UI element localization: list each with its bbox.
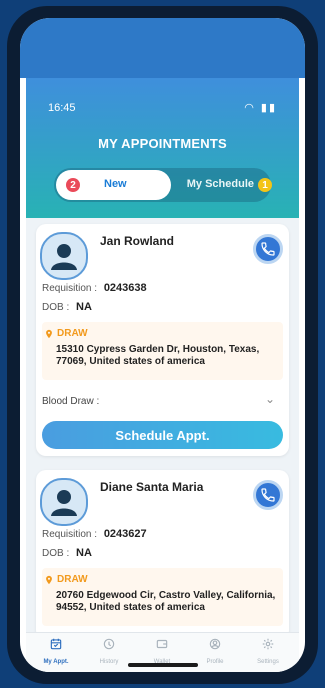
tab-profile[interactable]: Profile xyxy=(190,637,240,665)
call-button[interactable] xyxy=(253,480,283,510)
tab-label: My Appt. xyxy=(43,659,69,665)
battery-icon: ▮▮ xyxy=(260,102,277,114)
tab-wallet[interactable]: Wallet xyxy=(137,637,187,665)
profile-icon xyxy=(209,638,221,650)
requisition-label: Requisition : xyxy=(42,529,98,540)
status-icons: ◠ ▮▮ xyxy=(244,101,277,114)
tab-new-label: New xyxy=(104,178,127,190)
location-pin-icon xyxy=(46,329,52,338)
appointment-card-1: Jan Rowland Requisition : 0243638 DOB : … xyxy=(36,224,289,456)
location-pin-icon xyxy=(46,575,52,584)
address: 15310 Cypress Garden Dr, Houston, Texas,… xyxy=(56,344,260,367)
phone-icon xyxy=(261,488,275,502)
draw-address-box: DRAW 15310 Cypress Garden Dr, Houston, T… xyxy=(42,322,283,380)
wifi-icon: ◠ xyxy=(244,102,256,114)
requisition-value: 0243638 xyxy=(103,282,147,294)
call-button[interactable] xyxy=(253,234,283,264)
phone-icon xyxy=(261,242,275,256)
draw-address-box: DRAW 20760 Edgewood Cir, Castro Valley, … xyxy=(42,568,283,626)
chevron-down-icon[interactable]: ⌄ xyxy=(265,392,275,406)
draw-label-text: DRAW xyxy=(57,328,88,339)
app-screen: 16:45 ◠ ▮▮ MY APPOINTMENTS 2 New My Sche… xyxy=(26,78,299,672)
dob-value: NA xyxy=(76,547,92,559)
avatar xyxy=(40,232,88,280)
appointment-card-2: Diane Santa Maria Requisition : 0243627 … xyxy=(36,470,289,640)
dob-row: DOB : NA xyxy=(42,547,92,559)
calendar-icon xyxy=(50,638,62,650)
dob-value: NA xyxy=(76,301,92,313)
dob-row: DOB : NA xyxy=(42,301,92,313)
tab-settings[interactable]: Settings xyxy=(243,637,293,665)
draw-label: DRAW xyxy=(44,574,88,585)
person-icon xyxy=(51,490,77,516)
status-time: 16:45 xyxy=(48,102,76,114)
draw-label: DRAW xyxy=(44,328,88,339)
dob-label: DOB : xyxy=(42,302,70,313)
gear-icon xyxy=(262,638,274,650)
dob-label: DOB : xyxy=(42,548,70,559)
schedule-appt-button[interactable]: Schedule Appt. xyxy=(42,421,283,449)
header: 16:45 ◠ ▮▮ MY APPOINTMENTS 2 New My Sche… xyxy=(26,78,299,218)
phone-frame: 16:45 ◠ ▮▮ MY APPOINTMENTS 2 New My Sche… xyxy=(7,6,318,684)
draw-label-text: DRAW xyxy=(57,574,88,585)
requisition-row: Requisition : 0243638 xyxy=(42,282,147,294)
tab-new[interactable]: 2 New xyxy=(56,170,171,200)
tab-my-appt[interactable]: My Appt. xyxy=(31,637,81,665)
home-indicator xyxy=(128,663,198,667)
new-count-badge: 2 xyxy=(66,178,80,192)
clock-icon xyxy=(103,638,115,650)
requisition-label: Requisition : xyxy=(42,283,98,294)
tab-my-schedule[interactable]: My Schedule xyxy=(174,178,254,190)
person-icon xyxy=(51,244,77,270)
requisition-row: Requisition : 0243627 xyxy=(42,528,147,540)
schedule-count-badge: 1 xyxy=(258,178,272,192)
page-title: MY APPOINTMENTS xyxy=(98,136,227,151)
tab-history[interactable]: History xyxy=(84,637,134,665)
patient-name: Diane Santa Maria xyxy=(100,480,204,494)
tab-label: Settings xyxy=(257,659,279,665)
blood-draw-label: Blood Draw : xyxy=(42,396,100,407)
address: 20760 Edgewood Cir, Castro Valley, Calif… xyxy=(56,590,276,613)
requisition-value: 0243627 xyxy=(103,528,147,540)
top-bezel xyxy=(20,18,305,78)
appointments-toggle: 2 New My Schedule 1 xyxy=(54,168,272,202)
device-backdrop: 16:45 ◠ ▮▮ MY APPOINTMENTS 2 New My Sche… xyxy=(0,0,325,688)
tab-label: History xyxy=(99,659,119,665)
phone-screen-area: 16:45 ◠ ▮▮ MY APPOINTMENTS 2 New My Sche… xyxy=(20,18,305,672)
wallet-icon xyxy=(156,639,168,649)
patient-name: Jan Rowland xyxy=(100,234,175,248)
avatar xyxy=(40,478,88,526)
